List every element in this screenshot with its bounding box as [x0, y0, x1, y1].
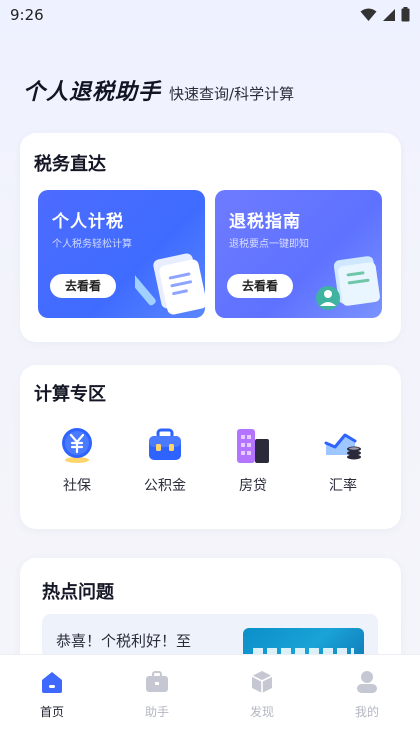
guide-board-icon [316, 256, 380, 310]
tab-discover-label: 发现 [249, 705, 274, 719]
yen-coin-icon [62, 428, 92, 463]
tax-section-title: 税务直达 [34, 154, 106, 175]
tab-home[interactable]: 首页 [22, 669, 82, 720]
calc-section-title: 计算专区 [34, 384, 106, 405]
refund-guide-go-button[interactable]: 去看看 [227, 274, 293, 298]
status-icons [360, 7, 410, 22]
exchange-chart-icon [324, 433, 361, 460]
building-icon [237, 429, 269, 463]
home-icon [42, 672, 62, 693]
calc-item-label: 汇率 [329, 478, 357, 494]
wifi-icon [360, 8, 377, 21]
calc-item-social-security[interactable]: 社保 [42, 425, 112, 495]
calc-item-mortgage[interactable]: 房贷 [218, 425, 288, 495]
personal-tax-card[interactable]: 个人计税 个人税务轻松计算 去看看 [38, 190, 205, 318]
news-title: 恭喜！个税利好！至 [56, 632, 192, 650]
document-pen-icon [135, 253, 205, 315]
tab-profile-label: 我的 [354, 705, 379, 719]
app-subtitle: 快速查询/科学计算 [169, 85, 295, 103]
tab-profile[interactable]: 我的 [337, 669, 397, 720]
status-bar: 9:26 [0, 0, 420, 32]
tab-discover[interactable]: 发现 [232, 669, 292, 720]
personal-tax-desc: 个人税务轻松计算 [52, 239, 132, 250]
battery-icon [401, 7, 410, 22]
refund-guide-title: 退税指南 [229, 212, 301, 232]
tab-home-label: 首页 [39, 705, 64, 719]
header: 个人退税助手 快速查询/科学计算 [23, 74, 294, 106]
calc-item-label: 房贷 [239, 478, 267, 494]
personal-tax-title: 个人计税 [52, 212, 124, 232]
calc-item-exchange-rate[interactable]: 汇率 [308, 425, 378, 495]
refund-guide-desc: 退税要点一键即知 [229, 239, 309, 250]
personal-tax-go-button[interactable]: 去看看 [50, 274, 116, 298]
briefcase-icon [146, 671, 168, 692]
calc-item-label: 公积金 [144, 478, 186, 494]
signal-icon [383, 8, 395, 21]
cube-icon [251, 671, 273, 693]
hot-section-title: 热点问题 [42, 582, 114, 603]
status-time: 9:26 [10, 6, 44, 24]
app-title: 个人退税助手 [23, 80, 162, 105]
tab-assistant-label: 助手 [144, 705, 169, 719]
calc-item-housing-fund[interactable]: 公积金 [130, 425, 200, 495]
refund-guide-card[interactable]: 退税指南 退税要点一键即知 去看看 [215, 190, 382, 318]
bottom-tab-bar: 首页 助手 发现 我的 [0, 654, 420, 746]
briefcase-icon [149, 428, 181, 460]
calc-item-label: 社保 [63, 478, 91, 494]
tax-section-card: 税务直达 个人计税 个人税务轻松计算 去看看 退税指南 退税要点一键即知 去看看 [20, 133, 401, 342]
user-icon [357, 671, 377, 693]
calc-section-card: 计算专区 社保 公积金 房贷 汇率 [20, 365, 401, 529]
tab-assistant[interactable]: 助手 [127, 669, 187, 720]
